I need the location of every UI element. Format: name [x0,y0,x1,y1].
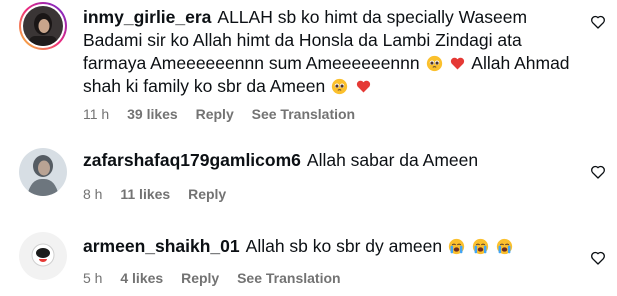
reply-button[interactable]: Reply [188,186,226,202]
heart-outline-icon[interactable] [590,14,606,30]
comment-meta: 8 h 11 likes Reply [83,186,240,202]
likes-count[interactable]: 11 likes [120,186,170,202]
avatar[interactable] [19,2,67,50]
comment-time[interactable]: 11 h [83,106,109,122]
see-translation-button[interactable]: See Translation [237,270,340,286]
comment-meta: 11 h 39 likes Reply See Translation [83,106,369,122]
comment-meta: 5 h 4 likes Reply See Translation [83,270,355,286]
see-translation-button[interactable]: See Translation [252,106,355,122]
red-heart-emoji [356,80,371,93]
reply-button[interactable]: Reply [196,106,234,122]
loudly-crying-face-emoji [472,238,489,255]
comment-text: zafarshafaq179gamlicom6 Allah sabar da Am… [83,149,573,172]
pleading-face-emoji [426,55,442,72]
comment-username[interactable]: zafarshafaq179gamlicom6 [83,150,301,170]
avatar[interactable] [19,232,67,280]
comment-body: Allah sb ko sbr dy ameen [245,236,443,256]
comment-time[interactable]: 5 h [83,270,102,286]
loudly-crying-face-emoji [496,238,512,255]
pleading-face-emoji [331,78,348,95]
avatar[interactable] [19,148,67,196]
comment-time[interactable]: 8 h [83,186,102,202]
comment-body: Allah sabar da Ameen [306,150,479,170]
comment-text: armeen_shaikh_01 Allah sb ko sbr dy ameen [83,235,573,258]
red-heart-emoji [451,57,465,70]
loudly-crying-face-emoji [448,238,465,255]
comment-username[interactable]: inmy_girlie_era [83,7,211,27]
heart-outline-icon[interactable] [590,250,606,266]
heart-outline-icon[interactable] [590,164,606,180]
likes-count[interactable]: 39 likes [127,106,178,122]
reply-button[interactable]: Reply [181,270,219,286]
likes-count[interactable]: 4 likes [120,270,163,286]
comment-text: inmy_girlie_era ALLAH sb ko himt da speci… [83,6,573,98]
comment-username[interactable]: armeen_shaikh_01 [83,236,240,256]
